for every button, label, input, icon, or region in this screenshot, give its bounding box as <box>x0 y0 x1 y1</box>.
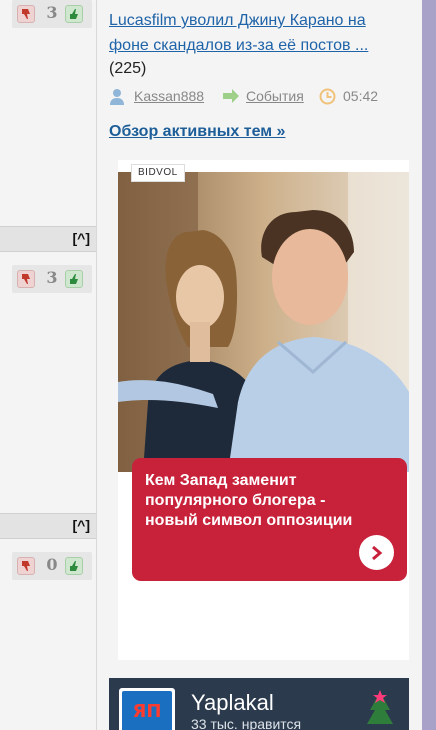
chevron-right-icon <box>372 545 383 561</box>
yaplakal-name[interactable]: Yaplakal <box>191 690 274 716</box>
ad-badge: BIDVOL <box>131 164 185 182</box>
ad-caption-text: Кем Запад заменит популярного блогера - … <box>145 472 353 529</box>
vote-count: 0 <box>46 555 58 574</box>
scroll-up-link[interactable]: [^] <box>73 517 91 533</box>
left-column: 3 [^] 3 [^] 0 <box>0 0 97 730</box>
topic-time: 05:42 <box>343 88 379 104</box>
vote-widget: 0 <box>12 552 92 580</box>
thumb-up-icon[interactable] <box>65 270 83 288</box>
topic-author-link[interactable]: Kassan888 <box>134 88 204 104</box>
ad-photo[interactable] <box>118 172 409 472</box>
ad-card[interactable]: BIDVOL Кем Запад заменит популярного бло… <box>118 160 409 660</box>
sidebar-strip <box>422 0 436 730</box>
vote-widget: 3 <box>12 265 92 293</box>
collapse-bar: [^] <box>0 226 96 252</box>
vote-widget: 3 <box>12 0 92 28</box>
yaplakal-likes: 33 тыс. нравится <box>191 716 302 730</box>
clock-icon <box>319 88 336 105</box>
topic-comment-count: (225) <box>109 60 147 77</box>
topic-category-link[interactable]: События <box>246 88 304 104</box>
arrow-right-icon <box>223 89 239 103</box>
vote-count: 3 <box>46 3 58 22</box>
thumb-down-icon[interactable] <box>17 270 35 288</box>
yaplakal-widget[interactable]: ЯП Yaplakal 33 тыс. нравится <box>109 678 409 730</box>
thumb-down-icon[interactable] <box>17 5 35 23</box>
thumb-up-icon[interactable] <box>65 557 83 575</box>
christmas-tree-icon <box>367 690 393 724</box>
topic-title-link[interactable]: Lucasfilm уволил Джину Карано на фоне ск… <box>109 8 409 58</box>
right-column: Lucasfilm уволил Джину Карано на фоне ск… <box>97 0 422 730</box>
collapse-bar: [^] <box>0 513 96 539</box>
active-topics-overview-link[interactable]: Обзор активных тем » <box>109 123 285 141</box>
thumb-down-icon[interactable] <box>17 557 35 575</box>
ad-arrow-button[interactable] <box>359 535 394 570</box>
thumb-up-icon[interactable] <box>65 5 83 23</box>
ad-caption-box[interactable]: Кем Запад заменит популярного блогера - … <box>132 458 407 581</box>
user-icon <box>110 89 124 105</box>
yaplakal-logo: ЯП <box>119 688 175 730</box>
yaplakal-logo-text: ЯП <box>132 701 162 722</box>
scroll-up-link[interactable]: [^] <box>73 230 91 246</box>
vote-count: 3 <box>46 268 58 287</box>
